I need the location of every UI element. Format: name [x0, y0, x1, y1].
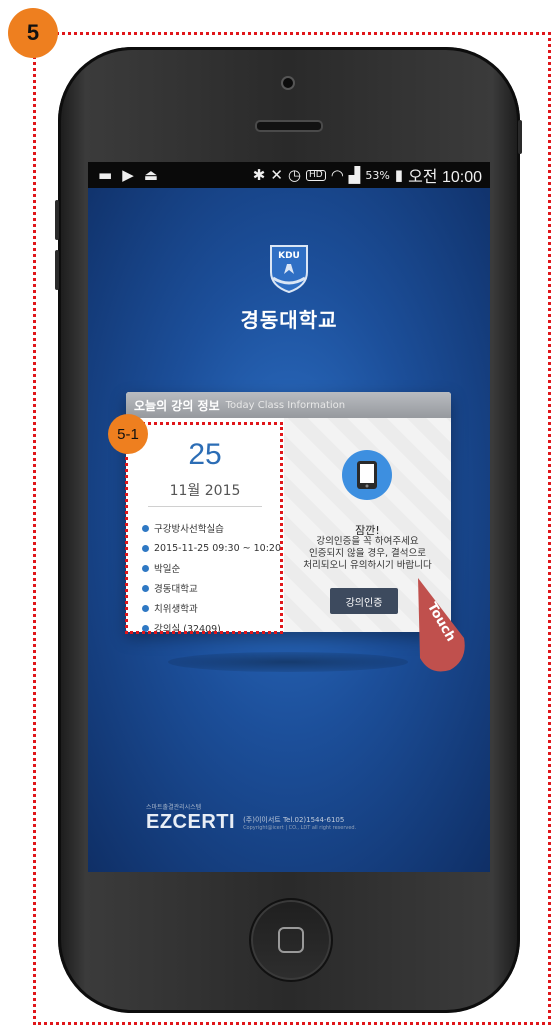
popup-header: 오늘의 강의 정보 Today Class Information — [126, 392, 451, 418]
earpiece-speaker — [255, 120, 323, 132]
battery-icon: ▮ — [394, 165, 404, 184]
notice-line: 강의인증을 꼭 하여주세요 — [316, 536, 419, 547]
clock: 오전 10:00 — [408, 169, 482, 186]
highlight-frame-step-5-1 — [125, 422, 283, 634]
smartphone-icon — [342, 450, 392, 500]
university-name: 경동대학교 — [240, 308, 338, 332]
alarm-icon: ◷ — [287, 165, 301, 184]
popup-subtitle: Today Class Information — [225, 399, 346, 411]
crest-icon: KDU — [270, 245, 308, 294]
popup-title: 오늘의 강의 정보 — [134, 398, 220, 413]
volume-down-button — [55, 250, 59, 290]
notice-line: 인증되지 않을 경우, 결석으로 — [309, 548, 426, 559]
play-icon: ▶ — [122, 165, 134, 184]
notice-text: 강의인증을 꼭 하여주세요 인증되지 않을 경우, 결석으로 처리되오니 유의하… — [292, 536, 443, 572]
ezcerti-logo: EZCERTI — [146, 811, 236, 833]
message-icon: ▬ — [98, 165, 113, 184]
bluetooth-icon: ✱ — [252, 165, 266, 184]
mute-icon: ✕ — [270, 165, 283, 184]
home-square-icon — [278, 927, 304, 953]
signal-icon: ▟ — [348, 165, 361, 184]
sub-step-badge: 5-1 — [108, 414, 148, 454]
university-logo: KDU 경동대학교 — [236, 242, 342, 333]
company-info: (주)이이서트 Tel.02)1544-6105 — [243, 816, 345, 824]
footer-brand: 스마트출결관리시스템 EZCERTI (주)이이서트 Tel.02)1544-6… — [146, 802, 356, 834]
brand-tagline: 스마트출결관리시스템 — [146, 804, 202, 811]
notice-line: 처리되오니 유의하시기 바랍니다 — [303, 560, 432, 571]
copyright-text: Copyright@icert | CO., LDT all right res… — [243, 825, 357, 831]
wifi-icon: ◠ — [330, 165, 344, 184]
popup-shadow — [168, 652, 408, 672]
power-button — [518, 120, 522, 154]
battery-percent: 53% — [365, 168, 390, 182]
volume-up-button — [55, 200, 59, 240]
touch-marker: Touch — [418, 578, 465, 672]
class-auth-button[interactable]: 강의인증 — [330, 588, 398, 614]
front-camera — [281, 76, 295, 90]
crest-text: KDU — [278, 251, 300, 261]
hd-icon: HD — [306, 169, 326, 181]
home-button[interactable] — [249, 898, 333, 982]
status-bar: ▬ ▶ ⏏ ✱ ✕ ◷ HD ◠ ▟ 53% ▮ 오전 10:00 — [88, 162, 490, 188]
step-badge: 5 — [8, 8, 58, 58]
usb-icon: ⏏ — [143, 165, 158, 184]
